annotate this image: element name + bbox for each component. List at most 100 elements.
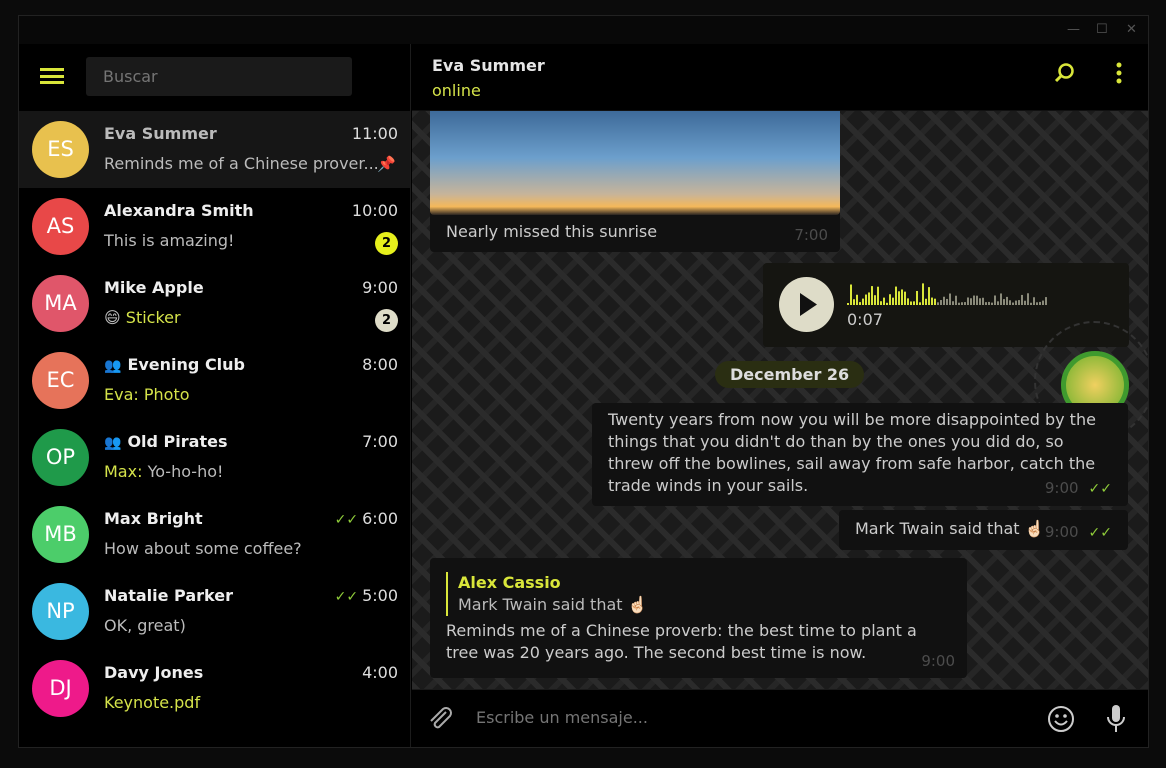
composer [412, 689, 1148, 747]
waveform-bar [988, 301, 990, 305]
search-input[interactable] [86, 57, 352, 96]
waveform-bar [982, 297, 984, 305]
search-icon[interactable] [1054, 62, 1076, 90]
app-window: — ☐ ✕ ES Eva Summer 11:00 Reminds me of … [18, 15, 1149, 748]
chat-header: Eva Summer online [412, 44, 1148, 111]
title-bar: — ☐ ✕ [19, 16, 1148, 44]
double-check-icon: ✓✓ [334, 589, 359, 605]
waveform-bar [991, 302, 993, 305]
waveform-bar [1030, 302, 1032, 305]
waveform-bar [913, 301, 915, 305]
chat-title[interactable]: Eva Summer [432, 56, 545, 75]
quote-message[interactable]: Twenty years from now you will be more d… [592, 403, 1128, 506]
emoji: 😄 [104, 308, 121, 327]
avatar: OP [32, 429, 89, 486]
minimize-button[interactable]: — [1067, 22, 1080, 37]
chat-time: 8:00 [362, 355, 398, 374]
waveform-bar [877, 286, 879, 305]
chat-list-item[interactable]: AS Alexandra Smith 10:00 This is amazing… [19, 188, 410, 265]
waveform-bar [976, 295, 978, 305]
waveform-bar [1009, 300, 1011, 305]
waveform-bar [964, 302, 966, 305]
chat-preview-text: This is amazing! [104, 231, 235, 250]
double-check-icon: ✓✓ [334, 512, 359, 528]
waveform-bar [1015, 300, 1017, 305]
chat-preview: Reminds me of a Chinese prover... [104, 154, 379, 173]
waveform-bar [910, 301, 912, 305]
date-separator: December 26 [715, 361, 865, 388]
more-options-icon[interactable] [1116, 62, 1122, 90]
chat-time: 11:00 [351, 124, 398, 143]
voice-duration: 0:07 [847, 310, 883, 329]
chat-list-item[interactable]: EC 👥 Evening Club 8:00 Eva: Photo [19, 342, 410, 419]
waveform-bar [1000, 293, 1002, 305]
waveform-bar [1021, 294, 1023, 305]
attach-icon[interactable] [426, 704, 454, 736]
message-area[interactable]: Nearly missed this sunrise 7:00 0:07 Dec… [412, 111, 1148, 689]
waveform-bar [952, 301, 954, 305]
reply-quote[interactable]: Alex Cassio Mark Twain said that ☝🏻 [446, 572, 951, 616]
close-button[interactable]: ✕ [1126, 22, 1137, 37]
chat-list-item[interactable]: ES Eva Summer 11:00 Reminds me of a Chin… [19, 111, 410, 188]
waveform-bar [865, 294, 867, 305]
message-text: Twenty years from now you will be more d… [608, 410, 1096, 495]
waveform-bar [883, 297, 885, 305]
waveform-bar [931, 297, 933, 305]
waveform-bar [937, 302, 939, 305]
waveform-bar [1045, 297, 1047, 305]
chat-list-item[interactable]: NP Natalie Parker ✓✓ 5:00 OK, great) [19, 573, 410, 650]
message-input[interactable] [476, 708, 1016, 727]
message-time: 9:00 [1044, 523, 1079, 541]
chat-preview: OK, great) [104, 616, 186, 635]
photo-caption: Nearly missed this sunrise [446, 222, 658, 241]
message-time: 9:00 [921, 652, 955, 670]
maximize-button[interactable]: ☐ [1096, 22, 1108, 37]
play-button[interactable] [779, 277, 834, 332]
chat-preview-text: Sticker [125, 308, 181, 327]
waveform-bar [901, 289, 903, 305]
chat-name: 👥 Evening Club [104, 355, 246, 374]
waveform-bar [985, 302, 987, 305]
avatar: EC [32, 352, 89, 409]
sidebar: ES Eva Summer 11:00 Reminds me of a Chin… [19, 44, 411, 747]
avatar: MB [32, 506, 89, 563]
avatar: NP [32, 583, 89, 640]
double-check-icon: ✓✓ [1088, 525, 1112, 541]
waveform-bar [955, 295, 957, 305]
photo-message[interactable]: Nearly missed this sunrise 7:00 [430, 111, 840, 252]
microphone-icon[interactable] [1106, 704, 1126, 738]
chat-preview-text: Eva: Photo [104, 385, 190, 404]
double-check-icon: ✓✓ [1088, 481, 1112, 497]
chat-list-item[interactable]: MB Max Bright ✓✓ 6:00 How about some coff… [19, 496, 410, 573]
waveform-bar [850, 284, 852, 305]
pin-icon: 📌 [377, 155, 396, 173]
chat-time: ✓✓ 5:00 [334, 586, 398, 605]
reply-quote-text: Mark Twain said that ☝🏻 [458, 595, 648, 614]
waveform-bar [1036, 302, 1038, 305]
reply-message[interactable]: Alex Cassio Mark Twain said that ☝🏻 Remi… [430, 558, 967, 678]
waveform-bar [871, 286, 873, 305]
emoji-icon[interactable] [1047, 705, 1075, 737]
waveform-bar [1042, 300, 1044, 305]
menu-icon[interactable] [40, 68, 64, 84]
twain-message[interactable]: Mark Twain said that ☝🏻 9:00 ✓✓ [839, 510, 1128, 550]
waveform-bar [847, 303, 849, 305]
waveform-bar [886, 302, 888, 305]
chat-list-item[interactable]: MA Mike Apple 9:00 😄 Sticker 2 [19, 265, 410, 342]
waveform-bar [898, 291, 900, 305]
waveform[interactable] [847, 281, 1049, 305]
waveform-bar [994, 295, 996, 305]
chat-preview-text: Keynote.pdf [104, 693, 201, 712]
chat-list-item[interactable]: OP 👥 Old Pirates 7:00 Max: Yo-ho-ho! [19, 419, 410, 496]
chat-preview: This is amazing! [104, 231, 234, 250]
chat-preview: 😄 Sticker [104, 308, 181, 327]
chat-panel: Eva Summer online Nearly missed this sun… [412, 44, 1148, 747]
waveform-bar [1033, 297, 1035, 305]
waveform-bar [1012, 302, 1014, 305]
message-text: Reminds me of a Chinese proverb: the bes… [446, 621, 917, 662]
chat-list-item[interactable]: DJ Davy Jones 4:00 Keynote.pdf [19, 650, 410, 727]
waveform-bar [904, 291, 906, 305]
chat-name: Max Bright [104, 509, 203, 528]
sunrise-photo[interactable] [430, 111, 840, 215]
chat-name: Alexandra Smith [104, 201, 254, 220]
